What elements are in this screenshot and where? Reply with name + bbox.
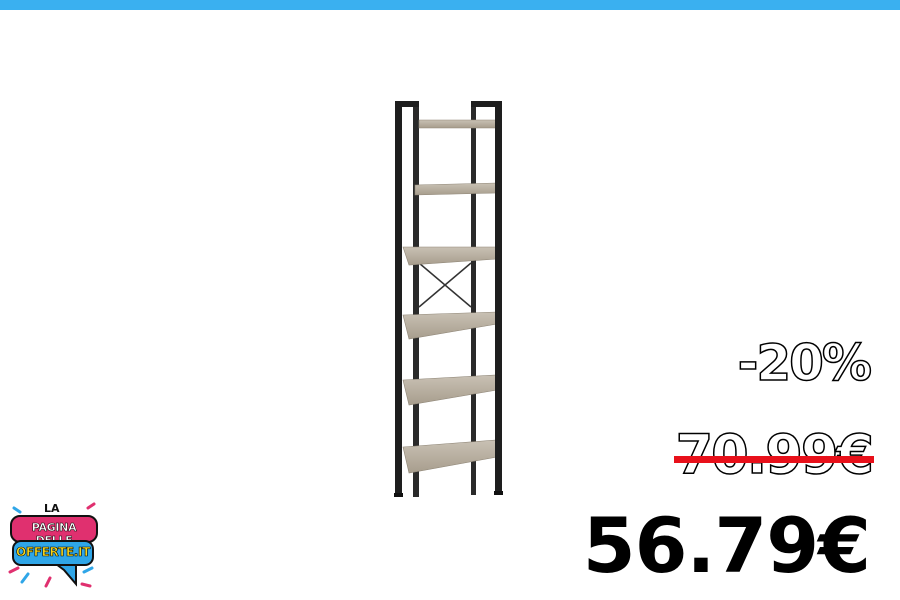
bookshelf-image	[394, 101, 503, 497]
logo-line2-text: OFFERTE.IT	[15, 545, 91, 560]
old-price-block: 70.99€	[673, 423, 875, 486]
top-accent-bar	[0, 0, 900, 10]
logo-line1-box: PAGINA DELLE	[10, 515, 98, 547]
new-price: 56.79€	[582, 501, 871, 590]
site-logo[interactable]: LA PAGINA DELLE OFFERTE.IT	[6, 498, 102, 598]
strikethrough-line	[673, 456, 874, 463]
old-price: 70.99€	[675, 423, 875, 486]
discount-label: -20%	[737, 334, 873, 392]
logo-line2-box: OFFERTE.IT	[12, 540, 94, 566]
logo-small-text: LA	[44, 502, 60, 515]
